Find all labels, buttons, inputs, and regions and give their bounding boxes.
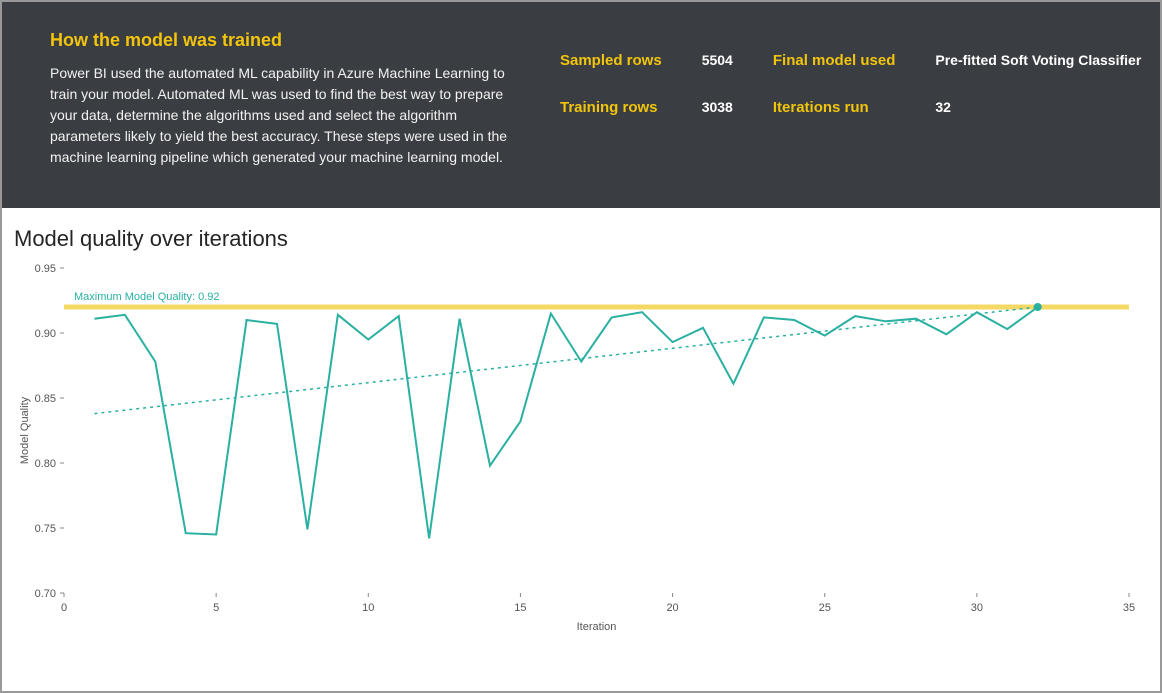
- sampled-rows-label: Sampled rows: [560, 52, 662, 69]
- chart-canvas: 0.70 0.75 0.80 0.85 0.90 0.95 0 5 10 15 20 25 30 35 Ma…: [14, 258, 1148, 671]
- y-tick-label: 0.90: [35, 328, 56, 340]
- chart-title: Model quality over iterations: [14, 226, 1148, 252]
- page-root: How the model was trained Power BI used …: [0, 0, 1162, 693]
- max-quality-annotation: Maximum Model Quality: 0.92: [74, 291, 220, 303]
- x-tick-label: 35: [1123, 602, 1135, 614]
- final-model-value: Pre-fitted Soft Voting Classifier: [935, 52, 1141, 69]
- y-tick-label: 0.70: [35, 588, 56, 600]
- x-axis-title: Iteration: [577, 621, 617, 633]
- training-rows-label: Training rows: [560, 99, 662, 116]
- training-header: How the model was trained Power BI used …: [2, 2, 1160, 208]
- model-quality-line: [94, 307, 1037, 538]
- x-tick-label: 0: [61, 602, 67, 614]
- x-tick-label: 10: [362, 602, 374, 614]
- sampled-rows-value: 5504: [702, 52, 733, 69]
- y-tick-label: 0.95: [35, 263, 56, 275]
- training-rows-value: 3038: [702, 99, 733, 116]
- chart-svg: 0.70 0.75 0.80 0.85 0.90 0.95 0 5 10 15 20 25 30 35 Ma…: [14, 258, 1144, 638]
- x-tick-label: 25: [819, 602, 831, 614]
- header-text-block: How the model was trained Power BI used …: [50, 30, 530, 168]
- y-tick-label: 0.80: [35, 458, 56, 470]
- x-tick-label: 5: [213, 602, 219, 614]
- iterations-run-label: Iterations run: [773, 99, 896, 116]
- final-iteration-point: [1034, 303, 1042, 311]
- header-description: Power BI used the automated ML capabilit…: [50, 63, 530, 168]
- metrics-grid: Sampled rows 5504 Final model used Pre-f…: [560, 30, 1141, 168]
- y-tick-label: 0.85: [35, 393, 56, 405]
- x-tick-label: 20: [666, 602, 678, 614]
- chart-section: Model quality over iterations 0.700.750.…: [2, 208, 1160, 691]
- y-axis-title: Model Quality: [19, 396, 31, 464]
- final-model-label: Final model used: [773, 52, 896, 69]
- y-tick-label: 0.75: [35, 523, 56, 535]
- header-title: How the model was trained: [50, 30, 530, 51]
- x-tick-label: 30: [971, 602, 983, 614]
- iterations-run-value: 32: [935, 99, 1141, 116]
- x-tick-label: 15: [514, 602, 526, 614]
